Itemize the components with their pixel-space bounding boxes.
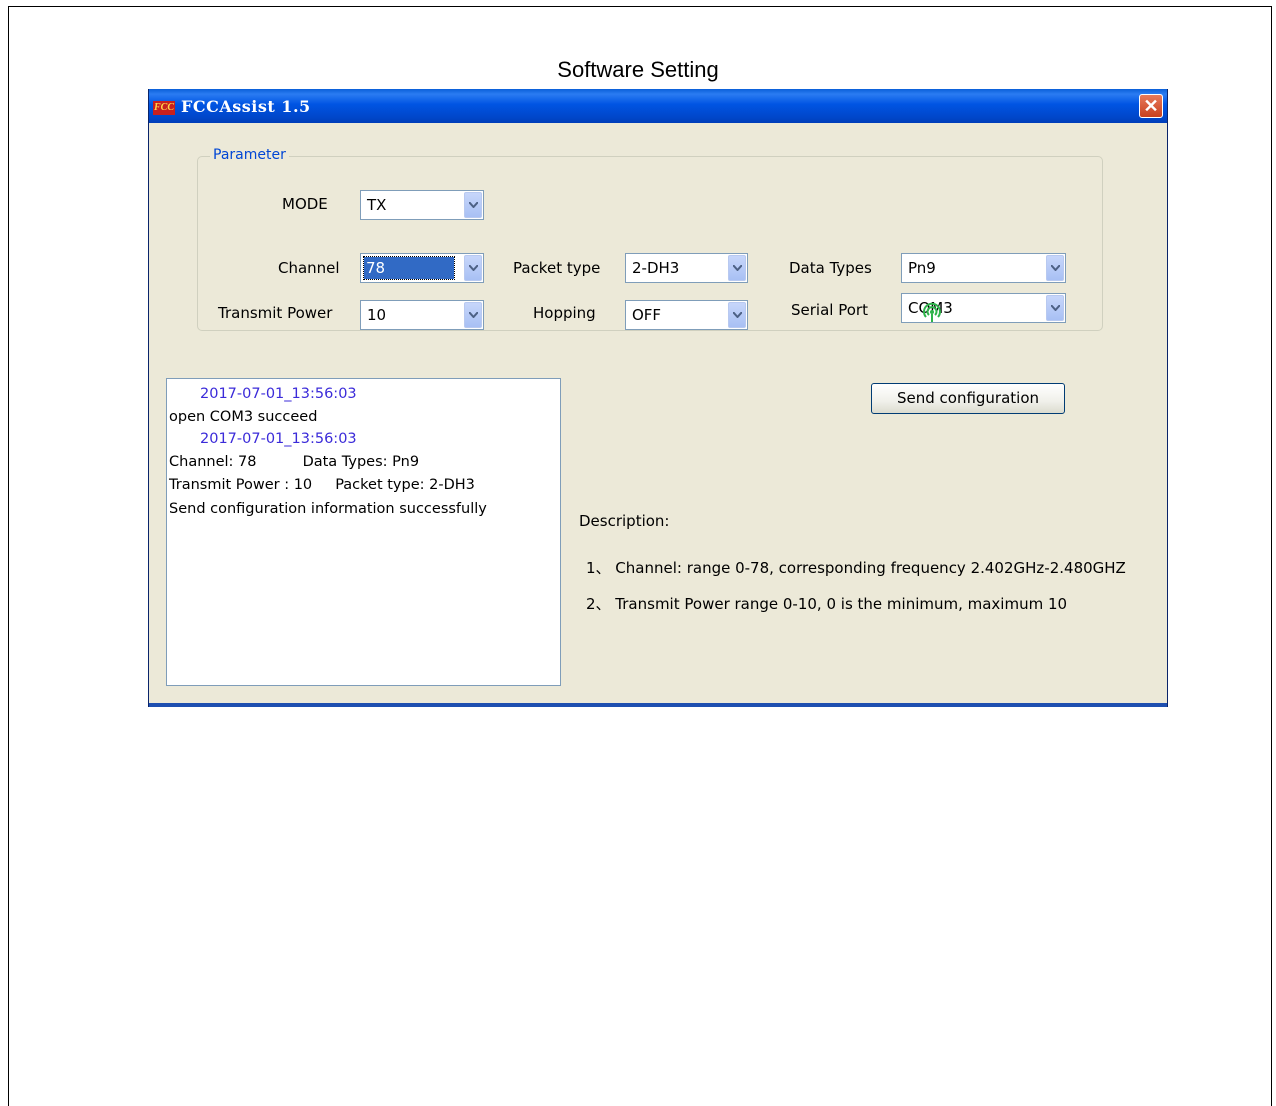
transmit-power-value: 10 (367, 306, 387, 324)
data-types-label: Data Types (789, 259, 872, 277)
mode-label: MODE (282, 195, 328, 213)
window-title: FCCAssist 1.5 (181, 97, 311, 116)
send-configuration-button[interactable]: Send configuration (871, 383, 1065, 414)
chevron-down-icon[interactable] (728, 255, 746, 281)
description-item: 1、 Channel: range 0-78, corresponding fr… (586, 559, 1126, 577)
channel-label: Channel (278, 259, 340, 277)
log-textarea[interactable]: 2017-07-01_13:56:03 open COM3 succeed 20… (166, 378, 561, 686)
serial-port-label: Serial Port (791, 301, 868, 319)
wireless-signal-icon (921, 302, 943, 329)
chevron-down-icon[interactable] (728, 302, 746, 328)
log-timestamp: 2017-07-01_13:56:03 (200, 386, 357, 402)
chevron-down-icon[interactable] (1046, 255, 1064, 281)
chevron-down-icon[interactable] (464, 255, 482, 281)
chevron-down-icon[interactable] (1046, 295, 1064, 321)
window-titlebar[interactable]: FCC FCCAssist 1.5 ✕ (149, 89, 1167, 123)
channel-select[interactable]: 78 (360, 253, 484, 283)
log-message: open COM3 succeed (169, 409, 318, 425)
hopping-select[interactable]: OFF (625, 300, 748, 330)
document-title: Software Setting (557, 57, 719, 82)
parameter-legend: Parameter (210, 147, 289, 163)
description-heading: Description: (579, 512, 670, 530)
packet-type-select[interactable]: 2-DH3 (625, 253, 748, 283)
transmit-power-select[interactable]: 10 (360, 300, 484, 330)
packet-type-value: 2-DH3 (632, 259, 680, 277)
data-types-select[interactable]: Pn9 (901, 253, 1066, 283)
log-message: Transmit Power : 10 Packet type: 2-DH3 (169, 477, 475, 493)
packet-type-label: Packet type (513, 259, 601, 277)
window-bottom-border (149, 703, 1167, 707)
fcc-app-icon: FCC (153, 101, 175, 115)
mode-select[interactable]: TX (360, 190, 484, 220)
chevron-down-icon[interactable] (464, 302, 482, 328)
close-icon[interactable]: ✕ (1139, 94, 1163, 118)
channel-value: 78 (363, 256, 455, 280)
log-message: Send configuration information successfu… (169, 501, 487, 517)
transmit-power-label: Transmit Power (218, 304, 333, 322)
data-types-value: Pn9 (908, 259, 936, 277)
hopping-value: OFF (632, 306, 662, 324)
log-timestamp: 2017-07-01_13:56:03 (200, 431, 357, 447)
mode-value: TX (367, 196, 387, 214)
hopping-label: Hopping (533, 304, 596, 322)
description-item: 2、 Transmit Power range 0-10, 0 is the m… (586, 595, 1068, 613)
chevron-down-icon[interactable] (464, 192, 482, 218)
log-message: Channel: 78 Data Types: Pn9 (169, 454, 420, 470)
